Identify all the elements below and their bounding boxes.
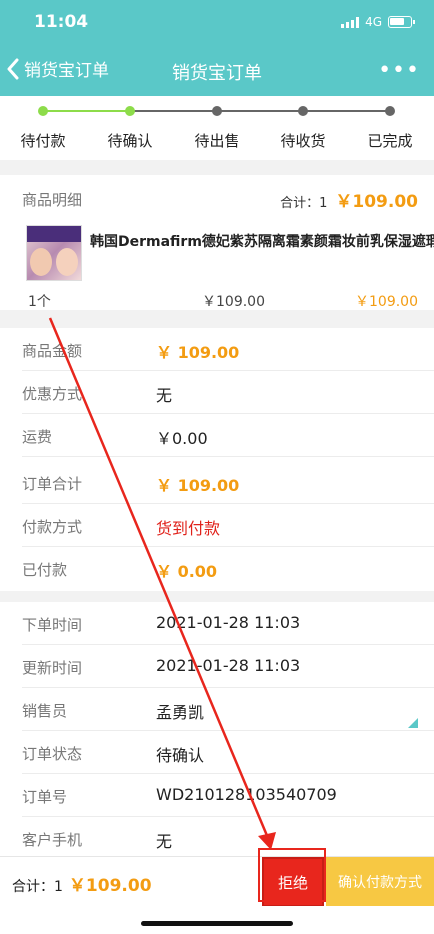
product-thumbnail[interactable] <box>26 225 82 281</box>
info-value: 2021-01-28 11:03 <box>156 613 301 632</box>
bottom-total-label: 合计：1 <box>12 879 63 895</box>
info-value: 无 <box>156 832 173 851</box>
status-indicators: 4G <box>341 15 415 29</box>
confirm-payment-method-button[interactable]: 确认付款方式 <box>326 857 434 907</box>
step-dot-3 <box>212 106 222 116</box>
amount-section: 商品金额 ￥ 109.00 优惠方式 无 运费 ￥0.00 订单合计 ￥ 109… <box>0 328 434 591</box>
info-row-updated: 更新时间 2021-01-28 11:03 <box>22 645 434 688</box>
product-unit-price: ￥109.00 <box>202 294 265 310</box>
product-subtotal: ￥109.00 <box>355 294 418 310</box>
amount-key: 付款方式 <box>22 518 83 536</box>
step-line-todo <box>130 110 390 112</box>
amount-row-discount: 优惠方式 无 <box>22 371 434 414</box>
info-row-salesperson[interactable]: 销售员 孟勇凯 <box>22 688 434 731</box>
reject-button[interactable]: 拒绝 <box>262 857 324 907</box>
amount-value: ￥ 109.00 <box>156 343 240 362</box>
info-row-order-number: 订单号 WD210128103540709 <box>22 774 434 817</box>
product-section: 商品明细 合计：1 ￥109.00 韩国Dermafirm德妃紫苏隔离霜素颜霜妆… <box>0 175 434 310</box>
step-label-pending-payment: 待付款 <box>20 132 66 150</box>
order-progress-steps: 待付款 待确认 待出售 待收货 已完成 <box>0 96 434 160</box>
product-header: 商品明细 <box>22 191 83 209</box>
step-dot-4 <box>298 106 308 116</box>
info-key: 更新时间 <box>22 659 83 677</box>
amount-key: 已付款 <box>22 561 68 579</box>
info-row-created: 下单时间 2021-01-28 11:03 <box>22 602 434 645</box>
product-name[interactable]: 韩国Dermafirm德妃紫苏隔离霜素颜霜妆前乳保湿遮瑕 <box>90 231 434 251</box>
amount-value: ￥ 109.00 <box>156 476 240 495</box>
step-dot-2 <box>125 106 135 116</box>
amount-value: ￥ 0.00 <box>156 562 218 581</box>
amount-key: 优惠方式 <box>22 385 83 403</box>
info-value: 孟勇凯 <box>156 703 205 722</box>
info-value: 待确认 <box>156 746 205 765</box>
amount-key: 订单合计 <box>22 475 83 493</box>
amount-value: 货到付款 <box>156 519 221 538</box>
info-key: 销售员 <box>22 702 68 720</box>
bottom-total-amount: ￥109.00 <box>68 876 152 896</box>
amount-key: 商品金额 <box>22 342 83 360</box>
signal-icon <box>341 16 360 28</box>
info-key: 客户手机 <box>22 831 83 849</box>
amount-row-goods: 商品金额 ￥ 109.00 <box>22 328 434 371</box>
info-row-status: 订单状态 待确认 <box>22 731 434 774</box>
step-dot-5 <box>385 106 395 116</box>
step-line-done <box>43 110 130 112</box>
amount-row-paid: 已付款 ￥ 0.00 <box>22 547 434 590</box>
info-key: 订单状态 <box>22 745 83 763</box>
product-quantity: 1个 <box>28 294 51 310</box>
product-total: 合计：1 ￥109.00 <box>280 187 418 212</box>
step-label-pending-sale: 待出售 <box>194 132 240 150</box>
more-menu-icon[interactable]: ••• <box>378 60 420 82</box>
step-label-pending-receipt: 待收货 <box>280 132 326 150</box>
info-value: WD210128103540709 <box>156 785 337 804</box>
step-dot-1 <box>38 106 48 116</box>
info-key: 下单时间 <box>22 616 83 634</box>
home-indicator[interactable] <box>141 921 293 926</box>
dropdown-corner-icon[interactable] <box>408 718 418 728</box>
order-info-section: 下单时间 2021-01-28 11:03 更新时间 2021-01-28 11… <box>0 602 434 860</box>
amount-row-payment-method: 付款方式 货到付款 <box>22 504 434 547</box>
amount-value: ￥0.00 <box>156 429 208 448</box>
page-title: 销货宝订单 <box>172 63 262 84</box>
home-indicator-area <box>0 906 434 934</box>
info-row-customer-phone: 客户手机 无 <box>22 817 434 860</box>
battery-icon <box>388 16 415 28</box>
step-label-pending-confirm: 待确认 <box>107 132 153 150</box>
amount-row-order-total: 订单合计 ￥ 109.00 <box>22 461 434 504</box>
amount-row-shipping: 运费 ￥0.00 <box>22 414 434 457</box>
product-total-label: 合计：1 <box>280 196 328 211</box>
amount-key: 运费 <box>22 428 53 446</box>
bottom-total: 合计：1 ￥109.00 <box>12 871 152 896</box>
product-total-amount: ￥109.00 <box>335 192 418 212</box>
info-value: 2021-01-28 11:03 <box>156 656 301 675</box>
bottom-action-bar: 合计：1 ￥109.00 拒绝 确认付款方式 <box>0 856 434 907</box>
network-type: 4G <box>365 15 382 29</box>
amount-value: 无 <box>156 386 173 405</box>
top-bar: 11:04 4G 销货宝订单 销货宝订单 ••• <box>0 0 434 96</box>
step-label-completed: 已完成 <box>367 132 413 150</box>
nav-bar: 销货宝订单 销货宝订单 ••• <box>0 46 434 96</box>
info-key: 订单号 <box>22 788 68 806</box>
status-bar: 11:04 4G <box>0 0 434 46</box>
status-time: 11:04 <box>34 12 89 32</box>
